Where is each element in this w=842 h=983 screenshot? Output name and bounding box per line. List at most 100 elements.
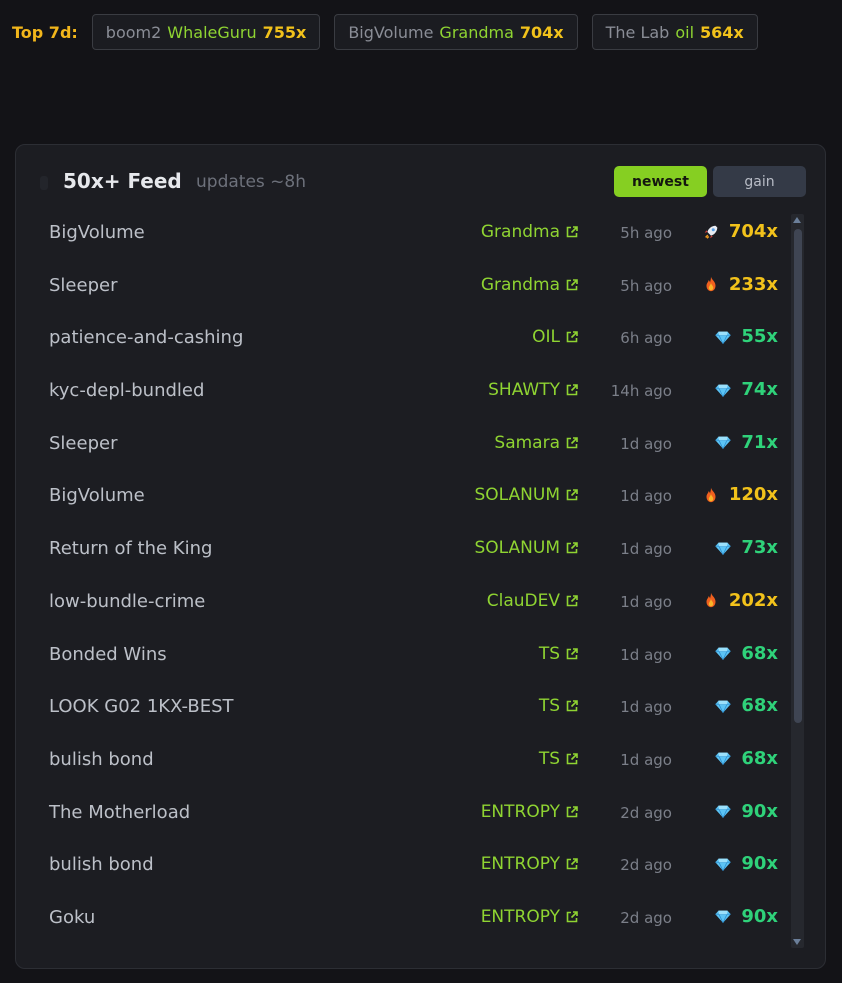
feed-row[interactable]: patience-and-cashing OIL 6h ago 55x (16, 314, 786, 367)
feed-row[interactable]: Return of the King SOLANUM 1d ago 73x (16, 525, 786, 578)
external-link-icon (565, 488, 579, 502)
external-link-icon (565, 225, 579, 239)
external-link-icon (565, 910, 579, 924)
channel-name: bulish bond (49, 748, 154, 770)
feed-row[interactable]: bulish bond TS 1d ago 68x (16, 736, 786, 789)
channel-name: patience-and-cashing (49, 327, 244, 349)
caller-link[interactable]: TS (539, 644, 579, 664)
gain-value: 120x (728, 484, 778, 506)
feed-panel: 50x+ Feed updates ~8h newest gain BigVol… (15, 144, 826, 969)
caller-link[interactable]: Grandma (481, 222, 579, 242)
top-item-channel: BigVolume (348, 22, 434, 42)
caller-link[interactable]: SHAWTY (488, 380, 579, 400)
feed-row[interactable]: Bonded Wins TS 1d ago 68x (16, 631, 786, 684)
caller-name: ENTROPY (480, 801, 560, 822)
feed-row[interactable]: BigVolume SOLANUM 1d ago 120x (16, 472, 786, 525)
top-item-caller: oil (675, 22, 695, 42)
caller-name: ClauDEV (486, 590, 560, 611)
caller-link[interactable]: SOLANUM (475, 538, 580, 558)
status-dot-icon (40, 176, 48, 190)
scrollbar-thumb[interactable] (794, 229, 802, 723)
scroll-up-arrow-icon[interactable] (793, 217, 801, 223)
diamond-icon (714, 907, 732, 925)
feed-row[interactable]: Sleeper Grandma 5h ago 233x (16, 262, 786, 315)
gain-multiple: 73x (714, 537, 778, 558)
top-item-caller: Grandma (439, 22, 514, 42)
feed-row[interactable]: Sleeper Samara 1d ago 71x (16, 420, 786, 473)
channel-name: The Motherload (49, 801, 191, 823)
sort-newest-button[interactable]: newest (614, 166, 707, 197)
external-link-icon (565, 541, 579, 555)
time-ago: 1d ago (620, 750, 672, 769)
caller-name: Grandma (480, 222, 560, 242)
caller-name: TS (538, 696, 560, 717)
gain-multiple: 90x (714, 801, 778, 822)
caller-link[interactable]: ENTROPY (481, 907, 579, 927)
channel-name: Goku (49, 906, 96, 928)
caller-link[interactable]: TS (539, 749, 579, 769)
feed-row[interactable]: BigVolume Grandma 5h ago 704x (16, 209, 786, 262)
top-item-multiple: 704x (519, 22, 564, 42)
external-link-icon (565, 752, 579, 766)
fire-icon (702, 591, 720, 609)
feed-row[interactable]: The Motherload ENTROPY 2d ago 90x (16, 789, 786, 842)
scroll-down-arrow-icon[interactable] (793, 939, 801, 945)
time-ago: 1d ago (620, 592, 672, 611)
gain-value: 55x (741, 326, 778, 348)
caller-name: TS (538, 748, 560, 769)
caller-name: OIL (532, 327, 560, 348)
gain-multiple: 120x (702, 484, 778, 505)
gain-multiple: 71x (714, 432, 778, 453)
external-link-icon (565, 383, 579, 397)
caller-link[interactable]: ENTROPY (481, 854, 579, 874)
gain-multiple: 233x (702, 274, 778, 295)
gain-multiple: 90x (714, 853, 778, 874)
feed-scrollbar[interactable] (791, 214, 804, 948)
external-link-icon (565, 857, 579, 871)
feed-list: BigVolume Grandma 5h ago 704x Sleeper Grandma… (16, 209, 786, 947)
time-ago: 2d ago (620, 803, 672, 822)
caller-link[interactable]: OIL (532, 327, 579, 347)
caller-name: ENTROPY (480, 854, 560, 875)
caller-name: Grandma (480, 274, 560, 295)
caller-link[interactable]: ENTROPY (481, 802, 579, 822)
caller-link[interactable]: TS (539, 696, 579, 716)
gain-multiple: 90x (714, 906, 778, 927)
gain-multiple: 68x (714, 748, 778, 769)
diamond-icon (714, 749, 732, 767)
caller-link[interactable]: SOLANUM (475, 485, 580, 505)
time-ago: 2d ago (620, 908, 672, 927)
feed-row[interactable]: Goku ENTROPY 2d ago 90x (16, 894, 786, 947)
channel-name: low-bundle-crime (49, 590, 206, 612)
external-link-icon (565, 594, 579, 608)
top-7d-item[interactable]: BigVolume Grandma 704x (334, 14, 578, 50)
gain-multiple: 704x (702, 221, 778, 242)
caller-link[interactable]: ClauDEV (487, 591, 579, 611)
diamond-icon (714, 381, 732, 399)
channel-name: kyc-depl-bundled (49, 380, 205, 402)
gain-value: 90x (741, 905, 778, 927)
top-7d-item[interactable]: The Lab oil 564x (591, 14, 758, 50)
gain-value: 73x (741, 537, 778, 559)
time-ago: 14h ago (610, 382, 672, 401)
gain-value: 233x (728, 273, 778, 295)
gain-multiple: 68x (714, 695, 778, 716)
gain-value: 68x (741, 695, 778, 717)
sort-gain-button[interactable]: gain (713, 166, 806, 197)
external-link-icon (565, 805, 579, 819)
gain-value: 68x (741, 747, 778, 769)
external-link-icon (565, 278, 579, 292)
feed-row[interactable]: LOOK G02 1KX-BEST TS 1d ago 68x (16, 683, 786, 736)
feed-row[interactable]: low-bundle-crime ClauDEV 1d ago 202x (16, 578, 786, 631)
feed-row[interactable]: kyc-depl-bundled SHAWTY 14h ago 74x (16, 367, 786, 420)
caller-link[interactable]: Grandma (481, 275, 579, 295)
top-7d-item[interactable]: boom2 WhaleGuru 755x (91, 14, 321, 50)
rocket-icon (702, 223, 720, 241)
caller-link[interactable]: Samara (494, 433, 579, 453)
gain-multiple: 55x (714, 326, 778, 347)
gain-value: 68x (741, 642, 778, 664)
time-ago: 1d ago (620, 487, 672, 506)
diamond-icon (714, 433, 732, 451)
time-ago: 1d ago (620, 540, 672, 559)
feed-row[interactable]: bulish bond ENTROPY 2d ago 90x (16, 841, 786, 894)
